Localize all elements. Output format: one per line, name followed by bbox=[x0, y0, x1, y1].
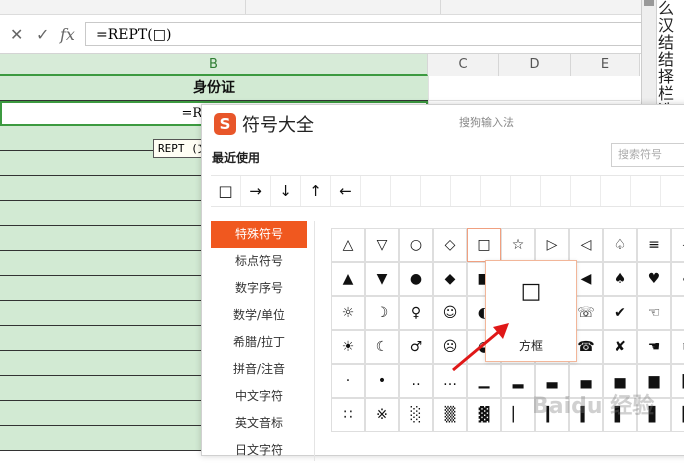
symbol-cell[interactable]: ○ bbox=[399, 228, 433, 262]
category-item[interactable]: 数字序号 bbox=[211, 275, 307, 302]
category-item[interactable]: 特殊符号 bbox=[211, 221, 307, 248]
symbol-cell[interactable]: ◁ bbox=[671, 228, 684, 262]
table-row: 身份证 bbox=[0, 76, 640, 101]
category-item[interactable]: 英文音标 bbox=[211, 410, 307, 437]
column-header-e[interactable]: E bbox=[571, 54, 640, 76]
category-item[interactable]: 标点符号 bbox=[211, 248, 307, 275]
symbol-cell[interactable]: □ bbox=[467, 228, 501, 262]
toolbar-strip bbox=[0, 0, 650, 15]
symbol-cell[interactable]: ☾ bbox=[365, 330, 399, 364]
column-header-d[interactable]: D bbox=[499, 54, 571, 76]
symbol-cell[interactable]: ▇ bbox=[671, 364, 684, 398]
recent-symbols-bar: □ → ↓ ↑ ← bbox=[211, 175, 684, 207]
symbol-cell[interactable]: ◆ bbox=[433, 262, 467, 296]
recent-symbol[interactable]: ↓ bbox=[271, 176, 301, 206]
category-list: 特殊符号 标点符号 数字序号 数学/单位 希腊/拉丁 拼音/注音 中文字符 英文音标 日文字符 bbox=[211, 221, 307, 464]
formula-bar: ✕ ✓ fx =REPT(□) bbox=[0, 15, 650, 54]
recent-symbol[interactable]: ← bbox=[331, 176, 361, 206]
red-arrow-icon bbox=[452, 323, 509, 372]
recent-symbol[interactable]: ↑ bbox=[301, 176, 331, 206]
symbol-cell[interactable]: ☜ bbox=[637, 296, 671, 330]
recent-symbol[interactable] bbox=[481, 176, 511, 206]
divider bbox=[314, 221, 315, 461]
recent-symbol[interactable] bbox=[391, 176, 421, 206]
symbol-cell[interactable]: ☽ bbox=[365, 296, 399, 330]
symbol-cell[interactable]: █ bbox=[671, 398, 684, 432]
category-item[interactable]: 希腊/拉丁 bbox=[211, 329, 307, 356]
check-icon[interactable]: ✓ bbox=[36, 25, 49, 44]
symbol-cell[interactable]: △ bbox=[331, 228, 365, 262]
symbol-cell[interactable]: ♂ bbox=[399, 330, 433, 364]
column-header-b[interactable]: B bbox=[0, 54, 428, 76]
symbol-cell[interactable]: ♥ bbox=[637, 262, 671, 296]
symbol-cell[interactable]: ☀ bbox=[331, 330, 365, 364]
recent-symbol[interactable] bbox=[511, 176, 541, 206]
symbol-cell[interactable]: ▓ bbox=[467, 398, 501, 432]
watermark: Baidu 经验 bbox=[532, 394, 655, 419]
recent-symbol[interactable] bbox=[601, 176, 631, 206]
preview-symbol: □ bbox=[520, 279, 542, 304]
symbol-cell[interactable]: ☚ bbox=[637, 330, 671, 364]
column-header-row: B C D E bbox=[0, 54, 640, 77]
recent-symbol[interactable] bbox=[541, 176, 571, 206]
recent-symbol[interactable]: → bbox=[241, 176, 271, 206]
symbol-cell[interactable]: ∷ bbox=[331, 398, 365, 432]
symbol-cell[interactable]: ✘ bbox=[603, 330, 637, 364]
side-text-line: 结 bbox=[658, 33, 675, 52]
symbol-cell[interactable]: ▷ bbox=[535, 228, 569, 262]
side-text-line: 结 择 bbox=[658, 50, 675, 86]
symbol-cell[interactable]: ≡ bbox=[637, 228, 671, 262]
symbol-cell[interactable]: ♀ bbox=[399, 296, 433, 330]
recent-symbol[interactable] bbox=[421, 176, 451, 206]
recent-symbol[interactable] bbox=[661, 176, 684, 206]
header-cell[interactable]: 身份证 bbox=[0, 76, 428, 101]
cell[interactable] bbox=[428, 76, 640, 101]
symbol-cell[interactable]: ░ bbox=[399, 398, 433, 432]
symbol-cell[interactable]: ☆ bbox=[501, 228, 535, 262]
category-item[interactable]: 日文字符 bbox=[211, 437, 307, 464]
symbol-cell[interactable]: ▼ bbox=[365, 262, 399, 296]
recent-label: 最近使用 bbox=[212, 151, 261, 165]
symbol-cell[interactable]: ♣ bbox=[671, 262, 684, 296]
category-item[interactable]: 拼音/注音 bbox=[211, 356, 307, 383]
symbol-cell[interactable]: ● bbox=[399, 262, 433, 296]
dialog-subtitle: 搜狗输入法 bbox=[459, 116, 514, 129]
symbol-cell[interactable]: ‥ bbox=[399, 364, 433, 398]
cancel-icon[interactable]: ✕ bbox=[10, 25, 23, 44]
symbol-cell[interactable]: ♠ bbox=[603, 262, 637, 296]
side-panel-text: 么 汉 结 结 择 栏 选 bbox=[658, 0, 684, 119]
symbol-cell[interactable]: ☝ bbox=[671, 296, 684, 330]
symbol-cell[interactable]: ♤ bbox=[603, 228, 637, 262]
recent-symbol[interactable] bbox=[571, 176, 601, 206]
symbol-cell[interactable]: ▽ bbox=[365, 228, 399, 262]
symbol-cell[interactable]: ✔ bbox=[603, 296, 637, 330]
symbol-cell[interactable]: ◇ bbox=[433, 228, 467, 262]
fx-icon[interactable]: fx bbox=[60, 25, 75, 44]
dialog-title: 符号大全 bbox=[242, 115, 314, 136]
recent-symbol[interactable] bbox=[631, 176, 661, 206]
scrollbar-thumb[interactable] bbox=[644, 0, 654, 6]
category-item[interactable]: 中文字符 bbox=[211, 383, 307, 410]
symbol-dialog: S 符号大全 搜狗输入法 最近使用 搜索符号 □ → ↓ ↑ ← 特殊符号 标点符号 数字序… bbox=[201, 104, 684, 461]
recent-symbol[interactable]: □ bbox=[211, 176, 241, 206]
recent-symbol[interactable] bbox=[361, 176, 391, 206]
symbol-cell[interactable]: ▲ bbox=[331, 262, 365, 296]
symbol-cell[interactable]: ◁ bbox=[569, 228, 603, 262]
symbol-cell[interactable]: ▏ bbox=[501, 398, 535, 432]
recent-symbol[interactable] bbox=[451, 176, 481, 206]
symbol-cell[interactable]: · bbox=[331, 364, 365, 398]
symbol-cell[interactable]: ☼ bbox=[331, 296, 365, 330]
sogou-logo-icon: S bbox=[214, 113, 236, 135]
symbol-cell[interactable]: ☞ bbox=[671, 330, 684, 364]
column-header-c[interactable]: C bbox=[428, 54, 499, 76]
formula-input[interactable]: =REPT(□) bbox=[85, 22, 650, 46]
side-text-line: 栏 bbox=[658, 84, 675, 103]
symbol-cell[interactable]: ※ bbox=[365, 398, 399, 432]
symbol-cell[interactable]: ▒ bbox=[433, 398, 467, 432]
side-text-line: 么 汉 bbox=[658, 0, 675, 35]
category-item[interactable]: 数学/单位 bbox=[211, 302, 307, 329]
symbol-cell[interactable]: • bbox=[365, 364, 399, 398]
symbol-search-input[interactable]: 搜索符号 bbox=[611, 143, 684, 167]
